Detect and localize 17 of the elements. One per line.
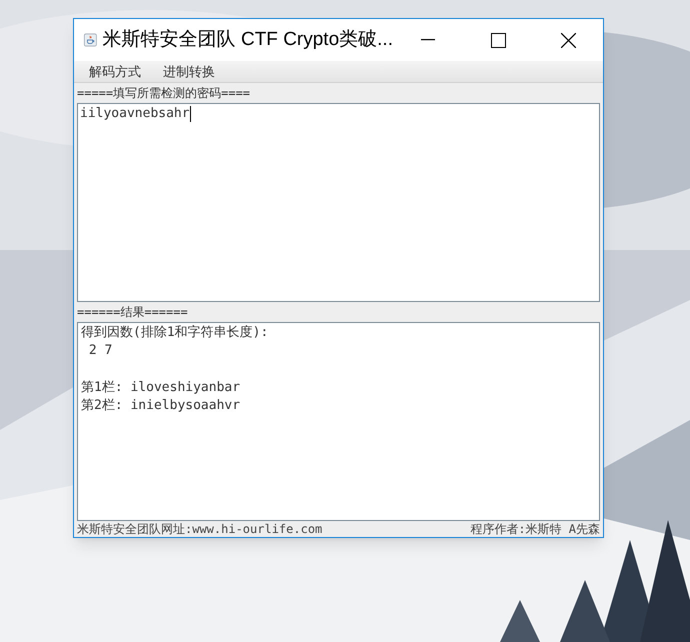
field-value: iilyoavnebsahr: [80, 105, 190, 123]
close-icon: [560, 32, 576, 48]
result-text: 第2栏: inielbysoaahvr: [81, 397, 242, 415]
window-title: 米斯特安全团队 CTF Crypto类破...: [102, 28, 393, 52]
section-label: =====填写所需检测的密码====: [77, 85, 252, 102]
minimize-icon: [421, 39, 435, 41]
status-text: 程序作者:米斯特 A先森: [470, 522, 600, 536]
result-text: 得到因数(排除1和字符串长度):: [81, 324, 270, 342]
password-field[interactable]: iilyoavnebsahr: [77, 103, 600, 302]
menu-item[interactable]: 解码方式: [82, 62, 148, 82]
section-label: ======结果======: [77, 304, 189, 321]
status-text: 米斯特安全团队网址:www.hi-ourlife.com: [77, 522, 322, 536]
maximize-icon: [490, 32, 506, 48]
result-text: 第1栏: iloveshiyanbar: [81, 379, 242, 397]
result-text: 2 7: [88, 342, 114, 360]
text-cursor: [190, 106, 191, 122]
menu-item[interactable]: 进制转换: [156, 62, 222, 82]
